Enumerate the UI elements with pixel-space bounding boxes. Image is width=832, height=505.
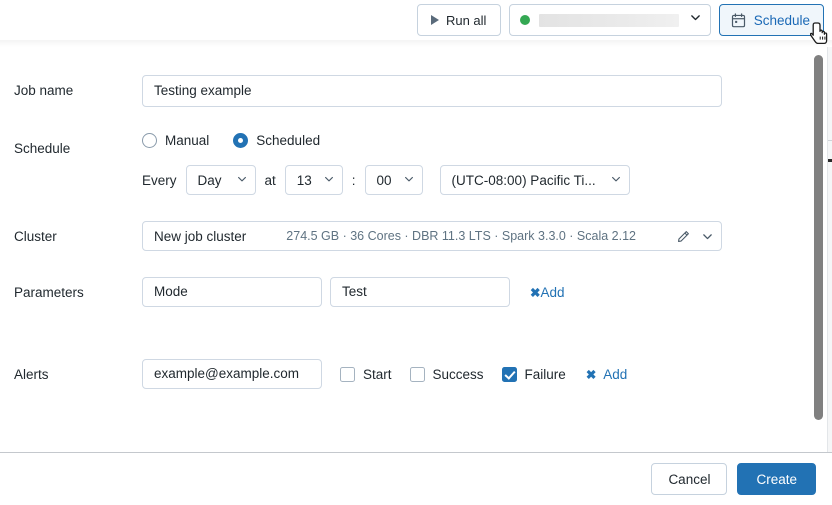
timezone-select[interactable]: (UTC-08:00) Pacific Ti... (439, 165, 630, 195)
checkbox-failure[interactable]: Failure (501, 366, 566, 382)
job-name-value: Testing example (154, 83, 252, 99)
radio-manual-indicator (142, 133, 157, 148)
cluster-row[interactable]: New job cluster 274.5 GB · 36 Cores · DB… (142, 221, 722, 251)
cluster-name: New job cluster (154, 228, 247, 244)
add-parameter-label: Add (540, 284, 565, 300)
cluster-spec: 274.5 GB · 36 Cores · DBR 11.3 LTS · Spa… (286, 229, 636, 243)
period-select[interactable]: Day (185, 165, 256, 195)
edge-marker-2 (828, 159, 832, 162)
job-name-label: Job name (14, 83, 74, 98)
parameters-row: Mode Test ✖ Add (142, 277, 565, 307)
toolbar-shadow (0, 40, 832, 47)
checkbox-start-label: Start (363, 366, 392, 382)
chevron-down-icon (689, 11, 702, 29)
checkbox-success-label: Success (432, 366, 484, 382)
cluster-label: Cluster (14, 229, 57, 244)
edge-marker-1 (828, 140, 832, 141)
add-alert-label: Add (603, 366, 628, 382)
add-parameter-button[interactable]: ✖ Add (530, 285, 565, 300)
radio-scheduled[interactable]: Scheduled (233, 133, 320, 148)
at-label: at (264, 172, 276, 188)
hour-value: 13 (296, 172, 312, 188)
checkbox-failure-box (501, 366, 517, 382)
time-colon: : (351, 172, 356, 188)
play-icon (430, 15, 439, 25)
job-settings-form: Job name Testing example Schedule Manual… (0, 47, 832, 452)
cancel-button[interactable]: Cancel (651, 463, 728, 495)
dialog-footer: Cancel Create (0, 453, 832, 505)
hour-select[interactable]: 13 (284, 165, 343, 195)
job-name-input[interactable]: Testing example (142, 75, 722, 107)
checkbox-failure-label: Failure (524, 366, 566, 382)
checkbox-start[interactable]: Start (340, 366, 392, 382)
calendar-icon (731, 12, 746, 28)
cluster-selector-dropdown[interactable] (508, 4, 711, 36)
schedule-frequency-row: Every Day at 13 : 00 (UTC-08:00) Pacific… (142, 165, 630, 195)
chevron-down-icon (236, 173, 248, 188)
right-edge-strip (827, 47, 832, 452)
parameter-value-input[interactable]: Test (330, 277, 510, 307)
status-dot-icon (519, 15, 530, 25)
parameter-value-value: Test (342, 284, 367, 300)
scrollbar-thumb[interactable] (814, 55, 823, 420)
radio-manual[interactable]: Manual (142, 133, 209, 148)
schedule-button[interactable]: Schedule (718, 4, 824, 36)
radio-scheduled-label: Scheduled (256, 133, 321, 148)
schedule-job-dialog: Run all Schedule Job name Testing exampl… (0, 0, 832, 505)
alert-email-value: example@example.com (154, 366, 300, 382)
checkbox-success-box (409, 366, 425, 382)
chevron-down-icon (610, 173, 622, 188)
alert-email-input[interactable]: example@example.com (142, 359, 322, 389)
alerts-row: example@example.com Start Success Failur… (142, 359, 627, 389)
minute-value: 00 (376, 172, 392, 188)
chevron-down-icon[interactable] (697, 230, 714, 243)
checkbox-start-box (340, 366, 355, 382)
radio-manual-label: Manual (165, 133, 210, 148)
pencil-icon[interactable] (671, 229, 697, 243)
run-all-label: Run all (445, 12, 487, 28)
top-toolbar: Run all Schedule (0, 0, 832, 40)
add-alert-button[interactable]: ✖ Add (586, 367, 628, 382)
schedule-label-field: Schedule (14, 141, 71, 156)
plus-icon: ✖ (585, 367, 597, 382)
cluster-selector-value (538, 13, 679, 27)
alerts-label: Alerts (14, 367, 49, 382)
parameter-key-value: Mode (154, 284, 188, 300)
run-all-button[interactable]: Run all (416, 4, 501, 36)
schedule-label: Schedule (753, 12, 810, 28)
plus-icon: ✖ (530, 285, 541, 300)
create-button[interactable]: Create (737, 463, 816, 495)
chevron-down-icon (323, 173, 335, 188)
every-label: Every (142, 172, 177, 188)
minute-select[interactable]: 00 (364, 165, 423, 195)
parameters-label: Parameters (14, 285, 84, 300)
chevron-down-icon (403, 173, 415, 188)
parameter-key-input[interactable]: Mode (142, 277, 322, 307)
checkbox-success[interactable]: Success (409, 366, 484, 382)
timezone-value: (UTC-08:00) Pacific Ti... (451, 172, 596, 188)
period-value: Day (197, 172, 222, 188)
radio-scheduled-indicator (233, 133, 249, 148)
schedule-mode-radio-group: Manual Scheduled (142, 133, 320, 148)
